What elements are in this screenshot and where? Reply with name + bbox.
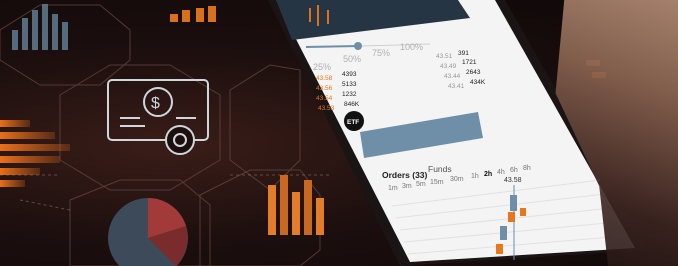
tab-funds[interactable]: Funds bbox=[428, 164, 452, 174]
interval-1m[interactable]: 1m bbox=[388, 185, 398, 192]
interval-3m[interactable]: 3m bbox=[402, 183, 412, 190]
candle bbox=[496, 244, 503, 254]
order-book-right: 43.51 391 43.49 1721 43.44 2643 43.41 43… bbox=[436, 50, 486, 90]
order-book-left: 43.58 4393 43.56 5133 43.54 1232 43.53 8… bbox=[316, 71, 360, 112]
size-cell: 846K bbox=[344, 101, 360, 108]
tabs: Orders (33) Funds bbox=[382, 164, 452, 180]
size-cell: 1721 bbox=[462, 59, 477, 66]
photo-scene: $ 25% 50% 75% 100% 43.58 4393 43.56 5133… bbox=[0, 0, 678, 266]
interval-5m[interactable]: 5m bbox=[416, 181, 426, 188]
candle bbox=[520, 208, 526, 216]
price-cell: 43.58 bbox=[316, 75, 333, 82]
price-cell: 43.54 bbox=[316, 95, 333, 102]
price-cell: 43.44 bbox=[444, 73, 461, 80]
slider-tick-100[interactable]: 100% bbox=[400, 42, 423, 52]
volume-bar bbox=[360, 112, 483, 158]
interval-6h[interactable]: 6h bbox=[510, 167, 518, 174]
price-cell: 43.41 bbox=[448, 83, 465, 90]
interval-8h[interactable]: 8h bbox=[523, 165, 531, 172]
order-slider-track[interactable] bbox=[305, 45, 359, 48]
candlestick-chart bbox=[496, 185, 526, 260]
candle bbox=[500, 226, 507, 240]
size-cell: 1232 bbox=[342, 91, 357, 98]
slider-tick-50[interactable]: 50% bbox=[343, 54, 361, 64]
price-cell: 43.51 bbox=[436, 53, 453, 60]
tab-orders[interactable]: Orders (33) bbox=[382, 170, 428, 180]
order-slider-handle[interactable] bbox=[354, 42, 362, 50]
slider-tick-25[interactable]: 25% bbox=[313, 62, 331, 72]
interval-1h[interactable]: 1h bbox=[471, 173, 479, 180]
price-cell: 43.53 bbox=[318, 105, 335, 112]
size-cell: 2643 bbox=[466, 69, 481, 76]
price-cell: 43.49 bbox=[440, 63, 457, 70]
interval-2h[interactable]: 2h bbox=[484, 171, 492, 178]
etf-badge-label: ETF bbox=[347, 119, 359, 126]
slider-tick-75[interactable]: 75% bbox=[372, 48, 390, 58]
size-cell: 434K bbox=[470, 79, 486, 86]
price-cell: 43.56 bbox=[316, 85, 333, 92]
size-cell: 391 bbox=[458, 50, 469, 57]
interval-30m[interactable]: 30m bbox=[450, 176, 464, 183]
size-cell: 5133 bbox=[342, 81, 357, 88]
interval-15m[interactable]: 15m bbox=[430, 179, 444, 186]
candle bbox=[508, 212, 515, 222]
candle bbox=[510, 195, 517, 211]
size-cell: 4393 bbox=[342, 71, 357, 78]
interval-4h[interactable]: 4h bbox=[497, 169, 505, 176]
candle-price-label: 43.58 bbox=[504, 177, 522, 184]
